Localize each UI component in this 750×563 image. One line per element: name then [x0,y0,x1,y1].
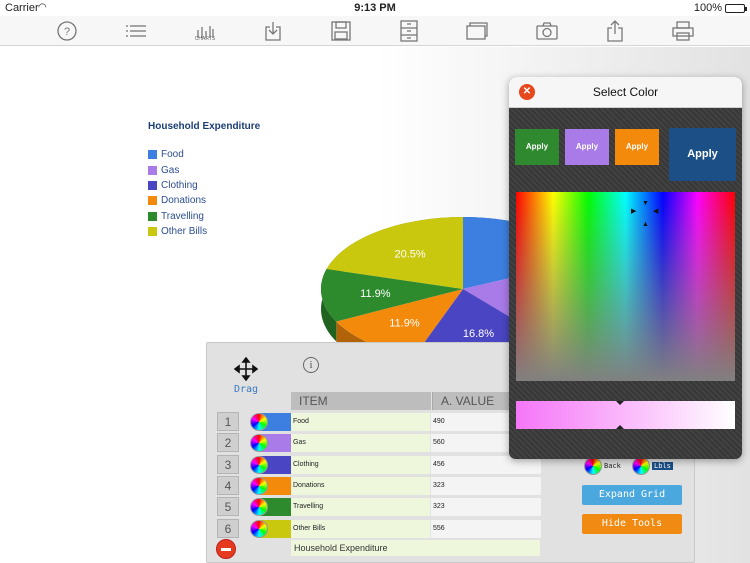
chart-title: Household Expenditure [148,121,261,132]
item-cell[interactable]: Food [291,413,431,431]
legend-swatch [148,227,157,237]
chart-legend: Food Gas Clothing Donations Travelling Other … [148,147,207,239]
popover-title: Select Color [592,85,659,99]
item-cell[interactable]: Clothing [291,455,431,474]
apply-button[interactable]: Apply [669,128,736,181]
expand-grid-button[interactable]: Expand Grid [582,485,682,505]
print-icon[interactable] [670,19,696,43]
clock: 9:13 PM [354,2,396,14]
slider-thumb-bottom-icon [616,425,624,429]
color-picker-popover: ✕ Select Color Apply Apply Apply Apply ▶… [509,77,742,459]
value-cell[interactable]: 323 [431,498,541,517]
chart-title-field[interactable]: Household Expenditure [291,540,540,556]
brightness-slider[interactable] [516,401,735,429]
legend-item: Travelling [148,209,207,224]
item-cell[interactable]: Donations [291,476,431,495]
table-row[interactable]: 6 Other Bills 556 [217,518,541,539]
back-label: Back [604,462,621,470]
legend-label: Food [161,149,184,161]
share-icon[interactable] [602,19,628,43]
save-icon[interactable] [328,19,354,43]
charts-label: CHARTS [194,36,216,42]
legend-swatch [148,150,157,160]
svg-text:?: ? [64,26,70,38]
table-row[interactable]: 3 Clothing 456 [217,454,541,475]
popover-header: ✕ Select Color [509,77,742,108]
spectrum-marker-icon: ▼ [642,200,649,207]
color-wheel-icon [584,457,602,475]
legend-label: Gas [161,164,180,176]
table-row[interactable]: 4 Donations 323 [217,475,541,496]
color-wheel-icon[interactable] [250,455,268,474]
legend-label: Donations [161,195,207,207]
legend-label: Other Bills [161,226,208,238]
legend-item: Clothing [148,178,207,193]
legend-label: Clothing [161,179,198,191]
row-number: 1 [217,412,239,431]
back-tool[interactable]: Back [584,457,621,475]
table-row[interactable]: 1 Food 490 [217,412,541,432]
legend-swatch [148,211,157,221]
labels-label: Lbls [652,462,673,470]
spectrum-marker-icon: ▲ [642,221,649,228]
spectrum-marker-icon: ▶ [631,208,637,215]
camera-icon[interactable] [534,19,560,43]
popover-body: Apply Apply Apply Apply ▶ ▼ ▲ ◀ [509,108,742,459]
labels-tool[interactable]: Lbls [632,457,673,475]
color-wheel-icon[interactable] [250,413,268,431]
main-toolbar: ? CHARTS [0,16,750,46]
legend-swatch [148,180,157,190]
drag-handle[interactable]: Drag [229,356,263,395]
legend-item: Gas [148,162,207,177]
battery-percent: 100% [693,2,722,14]
row-number: 3 [217,454,239,474]
spectrum-marker-icon: ◀ [653,208,659,215]
value-cell[interactable]: 323 [431,476,541,495]
battery-indicator: 100% [693,2,747,14]
color-wheel-icon [632,457,650,475]
color-wheel-icon[interactable] [250,476,268,495]
move-arrows-icon [233,356,259,382]
row-number: 6 [217,518,239,538]
legend-item: Food [148,147,207,162]
row-number: 4 [217,475,239,495]
table-row[interactable]: 2 Gas 560 [217,433,541,453]
apply-preset-orange-button[interactable]: Apply [615,129,659,165]
table-row[interactable]: 5 Travelling 323 [217,497,541,517]
apply-preset-green-button[interactable]: Apply [515,129,559,165]
legend-swatch [148,165,157,175]
value-cell[interactable]: 556 [431,519,541,538]
row-number: 2 [217,433,239,453]
item-cell[interactable]: Gas [291,434,431,453]
legend-item: Other Bills [148,224,207,239]
legend-label: Travelling [161,210,204,222]
slider-thumb-top-icon [616,401,624,405]
apply-preset-purple-button[interactable]: Apply [565,129,609,165]
status-bar: Carrier ◠ 9:13 PM 100% [0,0,750,16]
file-cabinet-icon[interactable] [396,19,422,43]
hide-tools-button[interactable]: Hide Tools [582,514,682,534]
color-spectrum[interactable]: ▶ ▼ ▲ ◀ [516,192,735,381]
legend-swatch [148,196,157,206]
color-wheel-icon[interactable] [250,519,268,538]
drag-label: Drag [233,384,259,395]
list-icon[interactable] [123,19,149,43]
windows-icon[interactable] [464,19,490,43]
download-icon[interactable] [260,19,286,43]
help-icon[interactable]: ? [54,19,80,43]
row-number: 5 [217,497,239,517]
battery-icon [725,3,747,13]
charts-icon[interactable]: CHARTS [192,19,218,43]
info-icon[interactable]: i [303,357,319,373]
column-header-item[interactable]: ITEM [291,392,431,410]
item-cell[interactable]: Travelling [291,498,431,517]
item-cell[interactable]: Other Bills [291,519,431,538]
delete-row-button[interactable] [216,539,236,559]
legend-item: Donations [148,193,207,208]
